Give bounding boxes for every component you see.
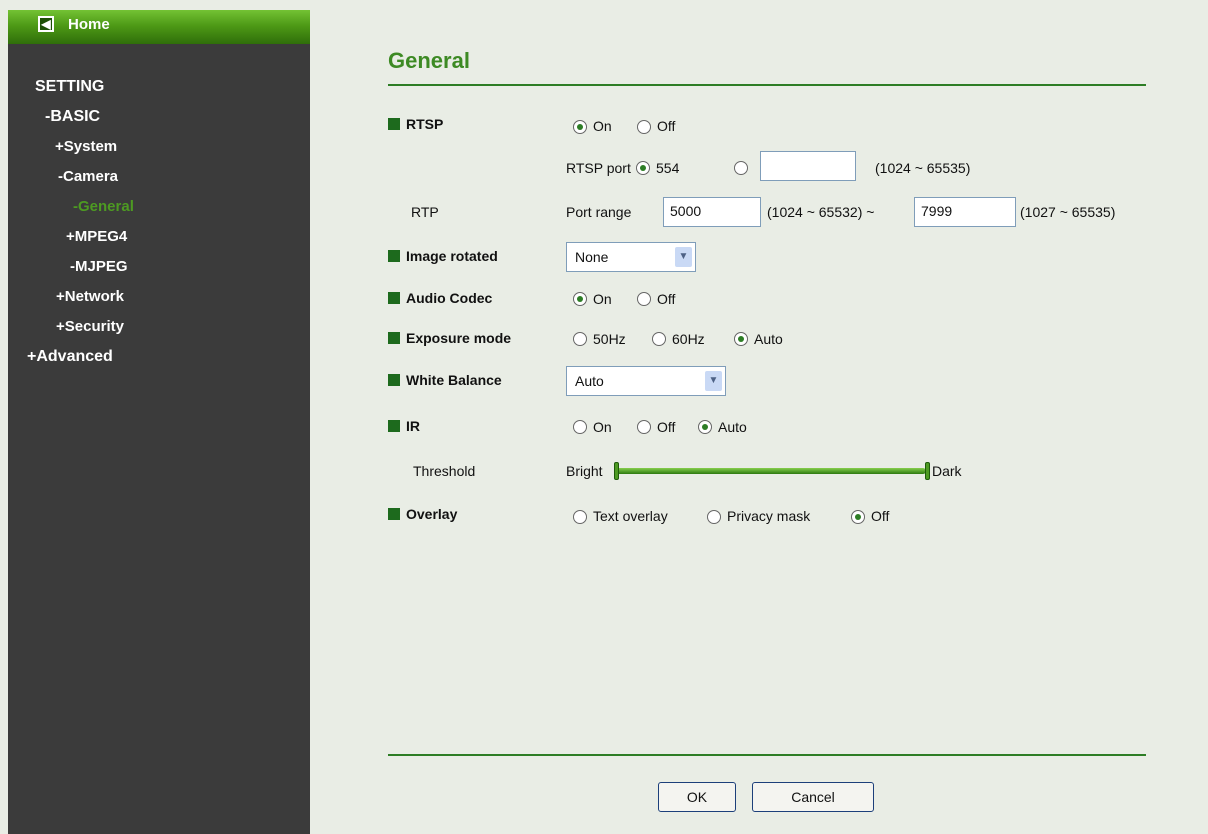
- rtp-start-range-hint: (1024 ~ 65532) ~: [767, 204, 875, 220]
- image-rotated-select[interactable]: None ▼: [566, 242, 696, 272]
- rtsp-port-range-hint: (1024 ~ 65535): [875, 160, 971, 176]
- nav-security[interactable]: +Security: [56, 318, 124, 335]
- bullet-square-icon: [388, 420, 400, 432]
- ir-auto-radio[interactable]: [698, 420, 712, 434]
- threshold-left-handle[interactable]: [614, 462, 619, 480]
- threshold-slider-track[interactable]: [614, 468, 926, 474]
- rtsp-on-radio[interactable]: [573, 120, 587, 134]
- bullet-square-icon: [388, 292, 400, 304]
- exposure-50hz-radio[interactable]: [573, 332, 587, 346]
- chevron-down-icon[interactable]: ▼: [675, 247, 692, 267]
- main-content: General RTSP On Off RTSP port 554 (1024 …: [310, 10, 1208, 834]
- page-title: General: [388, 48, 470, 73]
- image-rotated-label: Image rotated: [388, 248, 498, 264]
- white-balance-select[interactable]: Auto ▼: [566, 366, 726, 396]
- ir-label: IR: [388, 418, 420, 434]
- rtp-end-input[interactable]: 7999: [914, 197, 1016, 227]
- ir-on-radio[interactable]: [573, 420, 587, 434]
- nav-basic[interactable]: -BASIC: [45, 108, 100, 126]
- rtp-port-range-label: Port range: [566, 204, 632, 220]
- ir-off-label: Off: [657, 419, 676, 435]
- footer-divider: [388, 754, 1146, 756]
- exposure-50hz-label: 50Hz: [593, 331, 626, 347]
- audio-codec-off-label: Off: [657, 291, 676, 307]
- nav-system[interactable]: +System: [55, 138, 117, 155]
- nav-network[interactable]: +Network: [56, 288, 124, 305]
- threshold-right-handle[interactable]: [925, 462, 930, 480]
- exposure-auto-radio[interactable]: [734, 332, 748, 346]
- threshold-dark-label: Dark: [932, 463, 962, 479]
- audio-codec-on-label: On: [593, 291, 612, 307]
- nav-setting[interactable]: SETTING: [35, 78, 104, 96]
- exposure-mode-label: Exposure mode: [388, 330, 511, 346]
- rtp-start-input[interactable]: 5000: [663, 197, 761, 227]
- nav-mpeg4[interactable]: +MPEG4: [66, 228, 127, 245]
- exposure-60hz-label: 60Hz: [672, 331, 705, 347]
- rtsp-off-radio[interactable]: [637, 120, 651, 134]
- bullet-square-icon: [388, 508, 400, 520]
- threshold-bright-label: Bright: [566, 463, 603, 479]
- white-balance-value: Auto: [575, 373, 604, 389]
- overlay-off-radio[interactable]: [851, 510, 865, 524]
- overlay-label: Overlay: [388, 506, 457, 522]
- rtsp-port-default-label: 554: [656, 160, 680, 176]
- rtsp-port-custom-input[interactable]: [760, 151, 856, 181]
- home-label[interactable]: Home: [68, 16, 110, 33]
- ir-auto-label: Auto: [718, 419, 747, 435]
- bullet-square-icon: [388, 374, 400, 386]
- rtsp-off-label: Off: [657, 118, 676, 134]
- rtsp-port-custom-radio[interactable]: [734, 161, 748, 175]
- ir-on-label: On: [593, 419, 612, 435]
- overlay-off-label: Off: [871, 508, 890, 524]
- ir-off-radio[interactable]: [637, 420, 651, 434]
- rtsp-label: RTSP: [388, 116, 443, 132]
- image-rotated-value: None: [575, 249, 609, 265]
- bullet-square-icon: [388, 250, 400, 262]
- audio-codec-on-radio[interactable]: [573, 292, 587, 306]
- nav-advanced[interactable]: +Advanced: [27, 348, 113, 366]
- nav-general[interactable]: -General: [73, 198, 134, 215]
- audio-codec-label: Audio Codec: [388, 290, 492, 306]
- rtsp-port-default-radio[interactable]: [636, 161, 650, 175]
- overlay-text-radio[interactable]: [573, 510, 587, 524]
- sidebar: ◀ Home SETTING -BASIC +System -Camera -G…: [8, 10, 310, 834]
- chevron-down-icon[interactable]: ▼: [705, 371, 722, 391]
- overlay-privacy-label: Privacy mask: [727, 508, 811, 524]
- overlay-text-label: Text overlay: [593, 508, 668, 524]
- rtp-end-range-hint: (1027 ~ 65535): [1020, 204, 1116, 220]
- exposure-auto-label: Auto: [754, 331, 783, 347]
- rtp-label: RTP: [411, 204, 439, 220]
- threshold-label: Threshold: [413, 463, 476, 479]
- title-divider: [388, 84, 1146, 86]
- rtsp-port-label: RTSP port: [566, 160, 631, 176]
- cancel-button[interactable]: Cancel: [752, 782, 874, 812]
- bullet-square-icon: [388, 118, 400, 130]
- white-balance-label: White Balance: [388, 372, 502, 388]
- home-link[interactable]: ◀ Home: [8, 10, 310, 44]
- bullet-square-icon: [388, 332, 400, 344]
- overlay-privacy-radio[interactable]: [707, 510, 721, 524]
- ok-button[interactable]: OK: [658, 782, 736, 812]
- rtsp-on-label: On: [593, 118, 612, 134]
- nav-mjpeg[interactable]: -MJPEG: [70, 258, 128, 275]
- exposure-60hz-radio[interactable]: [652, 332, 666, 346]
- back-arrow-icon[interactable]: ◀: [38, 16, 54, 32]
- nav-camera[interactable]: -Camera: [58, 168, 118, 185]
- audio-codec-off-radio[interactable]: [637, 292, 651, 306]
